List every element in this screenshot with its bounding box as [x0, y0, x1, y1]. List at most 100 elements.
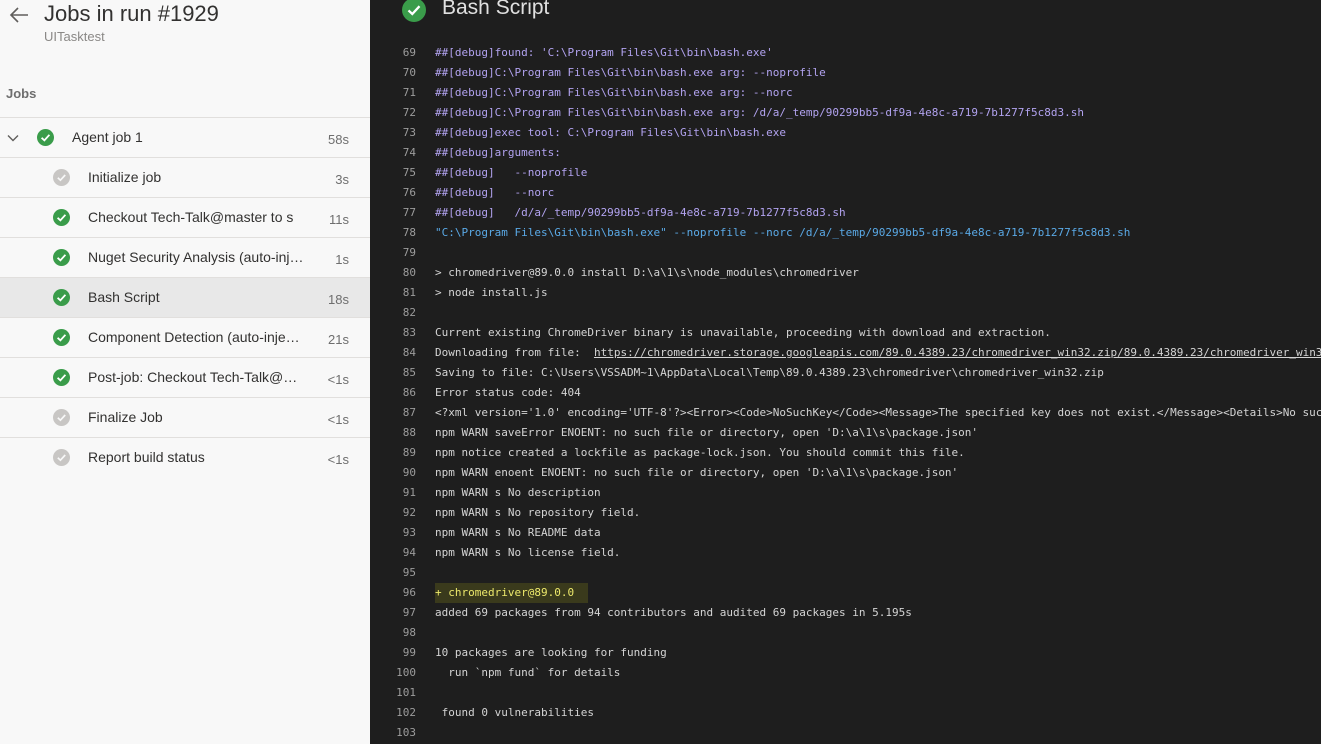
- step-row[interactable]: Post-job: Checkout Tech-Talk@… <1s: [0, 357, 370, 397]
- log-text: found 0 vulnerabilities: [435, 706, 594, 719]
- download-link[interactable]: https://chromedriver.storage.googleapis.…: [594, 346, 1321, 359]
- log-panel: Bash Script 69 ##[debug]found: 'C:\Progra…: [370, 0, 1321, 744]
- step-row[interactable]: Report build status <1s: [0, 437, 370, 477]
- log-text: npm WARN s No description: [435, 486, 601, 499]
- back-arrow-icon[interactable]: [8, 4, 30, 26]
- step-row[interactable]: Checkout Tech-Talk@master to s 11s: [0, 197, 370, 237]
- line-number: 84: [402, 346, 416, 359]
- jobs-list: Agent job 1 58s Initialize job 3s Checkout…: [0, 117, 370, 477]
- log-text: npm WARN s No license field.: [435, 546, 621, 559]
- step-duration: 21s: [328, 332, 349, 347]
- line-number: 82: [402, 306, 416, 319]
- log-text: npm WARN s No README data: [435, 526, 601, 539]
- line-number: 70: [402, 66, 416, 79]
- line-number: 79: [402, 246, 416, 259]
- log-text: npm WARN enoent ENOENT: no such file or …: [435, 466, 959, 479]
- line-number: 80: [402, 266, 416, 279]
- chevron-down-icon[interactable]: [6, 131, 20, 145]
- step-label: Checkout Tech-Talk@master to s: [88, 209, 294, 225]
- step-label: Report build status: [88, 449, 205, 465]
- log-text: Current existing ChromeDriver binary is …: [435, 326, 1051, 339]
- step-duration: 3s: [335, 172, 349, 187]
- step-duration: 18s: [328, 292, 349, 307]
- success-check-icon: [53, 329, 70, 346]
- log-text-prefix: Downloading from file:: [435, 346, 594, 359]
- log-text: + chromedriver@89.0.0: [435, 583, 589, 603]
- log-text: ##[debug] /d/a/_temp/90299bb5-df9a-4e8c-…: [435, 206, 846, 219]
- step-label: Finalize Job: [88, 409, 163, 425]
- log-text: ##[debug] --norc: [435, 186, 555, 199]
- line-number: 88: [402, 426, 416, 439]
- log-text: "C:\Program Files\Git\bin\bash.exe" --no…: [435, 226, 1131, 239]
- line-number: 85: [402, 366, 416, 379]
- line-number: 83: [402, 326, 416, 339]
- log-output[interactable]: 69 ##[debug]found: 'C:\Program Files\Git\…: [370, 44, 1321, 744]
- line-number: 98: [402, 626, 416, 639]
- step-row[interactable]: Nuget Security Analysis (auto-inje… 1s: [0, 237, 370, 277]
- step-title: Bash Script: [442, 0, 550, 19]
- log-text: Downloading from file: https://chromedri…: [435, 343, 1321, 363]
- log-text: ##[debug]exec tool: C:\Program Files\Git…: [435, 126, 786, 139]
- line-number: 81: [402, 286, 416, 299]
- line-number: 76: [402, 186, 416, 199]
- jobs-panel: Jobs in run #1929 UITasktest Jobs Agent …: [0, 0, 370, 744]
- line-number: 89: [402, 446, 416, 459]
- pipeline-name: UITasktest: [44, 29, 105, 44]
- log-text: ##[debug] --noprofile: [435, 166, 588, 179]
- skipped-check-icon: [53, 449, 70, 466]
- step-row[interactable]: Bash Script 18s: [0, 277, 370, 317]
- line-number: 77: [402, 206, 416, 219]
- line-number: 71: [402, 86, 416, 99]
- success-check-icon: [37, 129, 54, 146]
- log-text: > chromedriver@89.0.0 install D:\a\1\s\n…: [435, 266, 859, 279]
- line-number: 99: [402, 646, 416, 659]
- log-text: Saving to file: C:\Users\VSSADM~1\AppDat…: [435, 366, 1104, 379]
- line-number: 100: [396, 666, 416, 679]
- agent-job-row[interactable]: Agent job 1 58s: [0, 117, 370, 157]
- agent-job-label: Agent job 1: [72, 129, 143, 145]
- line-number: 74: [402, 146, 416, 159]
- line-number: 96: [402, 586, 416, 599]
- line-number: 86: [402, 386, 416, 399]
- step-row[interactable]: Component Detection (auto-inje… 21s: [0, 317, 370, 357]
- success-check-icon: [402, 0, 426, 22]
- success-check-icon: [53, 249, 70, 266]
- agent-job-duration: 58s: [328, 132, 349, 147]
- jobs-section-heading: Jobs: [6, 86, 37, 101]
- line-number: 87: [402, 406, 416, 419]
- log-text: <?xml version='1.0' encoding='UTF-8'?><E…: [435, 406, 1321, 419]
- line-number: 92: [402, 506, 416, 519]
- step-duration: 1s: [335, 252, 349, 267]
- skipped-check-icon: [53, 409, 70, 426]
- line-number: 103: [396, 726, 416, 739]
- success-check-icon: [53, 289, 70, 306]
- log-text: Error status code: 404: [435, 386, 581, 399]
- log-text: 10 packages are looking for funding: [435, 646, 667, 659]
- log-text: added 69 packages from 94 contributors a…: [435, 606, 912, 619]
- line-number: 97: [402, 606, 416, 619]
- log-text: ##[debug]C:\Program Files\Git\bin\bash.e…: [435, 66, 826, 79]
- log-text: ##[debug]arguments:: [435, 146, 561, 159]
- log-text: npm notice created a lockfile as package…: [435, 446, 965, 459]
- log-text: npm WARN saveError ENOENT: no such file …: [435, 426, 979, 439]
- step-row[interactable]: Finalize Job <1s: [0, 397, 370, 437]
- line-number: 102: [396, 706, 416, 719]
- success-check-icon: [53, 369, 70, 386]
- step-label: Component Detection (auto-inje…: [88, 329, 300, 345]
- success-check-icon: [53, 209, 70, 226]
- page-title: Jobs in run #1929: [44, 1, 219, 26]
- step-label: Post-job: Checkout Tech-Talk@…: [88, 369, 298, 385]
- line-number: 73: [402, 126, 416, 139]
- step-duration: <1s: [327, 412, 349, 427]
- line-number: 91: [402, 486, 416, 499]
- step-label: Bash Script: [88, 289, 160, 305]
- step-row[interactable]: Initialize job 3s: [0, 157, 370, 197]
- log-text: ##[debug]C:\Program Files\Git\bin\bash.e…: [435, 86, 793, 99]
- log-text: ##[debug]C:\Program Files\Git\bin\bash.e…: [435, 106, 1085, 119]
- step-duration: <1s: [327, 372, 349, 387]
- step-duration: 11s: [329, 212, 349, 227]
- log-text: run `npm fund` for details: [435, 666, 621, 679]
- line-number: 72: [402, 106, 416, 119]
- log-text: > node install.js: [435, 286, 548, 299]
- log-text: npm WARN s No repository field.: [435, 506, 641, 519]
